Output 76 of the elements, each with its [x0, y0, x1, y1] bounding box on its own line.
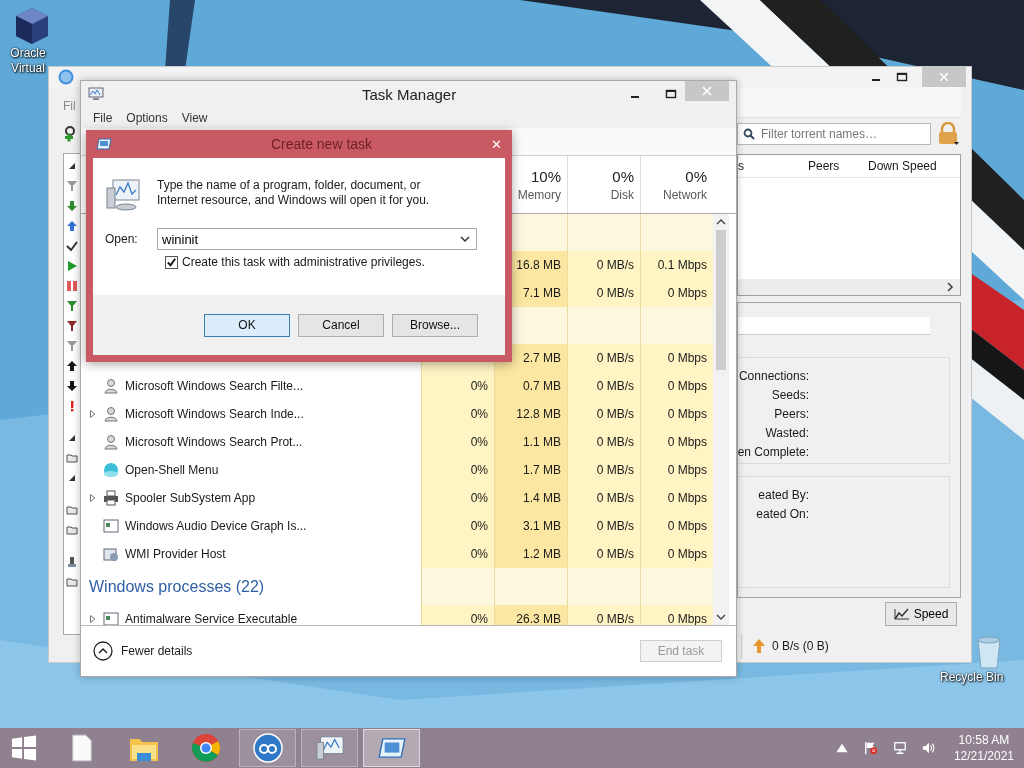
info-label: eated On:: [755, 506, 809, 523]
process-name[interactable]: Microsoft Windows Search Filte...: [125, 379, 304, 393]
table-cell: 0 MB/s: [567, 540, 640, 568]
table-cell: 0 Mbps: [640, 400, 713, 428]
table-cell: 0 Mbps: [640, 279, 713, 307]
open-combo-box[interactable]: wininit: [157, 228, 477, 250]
menu-item[interactable]: Options: [126, 110, 168, 125]
process-name[interactable]: Antimalware Service Executable: [125, 612, 298, 625]
table-cell: 0 Mbps: [640, 344, 713, 372]
table-cell: 0 MB/s: [567, 484, 640, 512]
table-cell: 1.2 MB: [494, 540, 567, 568]
menu-item[interactable]: View: [181, 110, 208, 125]
table-cell: 0%: [421, 456, 494, 484]
table-cell: 0 Mbps: [640, 372, 713, 400]
process-name[interactable]: Open-Shell Menu: [125, 463, 219, 477]
process-name[interactable]: WMI Provider Host: [125, 547, 226, 561]
table-cell: 0%: [421, 512, 494, 540]
table-cell: 0%: [421, 428, 494, 456]
column-header[interactable]: s: [738, 159, 808, 173]
info-label: Seeds:: [770, 387, 809, 404]
table-cell: 0 Mbps: [640, 512, 713, 540]
table-cell: 0%: [421, 540, 494, 568]
clock[interactable]: 10:58 AM 12/21/2021: [953, 732, 1014, 764]
table-cell: 12.8 MB: [494, 400, 567, 428]
table-cell: 3.1 MB: [494, 512, 567, 540]
table-cell: 1.4 MB: [494, 484, 567, 512]
table-cell: 0%: [421, 484, 494, 512]
table-cell: 0 Mbps: [640, 484, 713, 512]
process-name[interactable]: Spooler SubSystem App: [125, 491, 256, 505]
table-cell: 0%: [421, 372, 494, 400]
fewer-details-button[interactable]: Fewer details: [93, 641, 193, 661]
dialog-title: Create new task: [269, 136, 374, 152]
column-header[interactable]: Down Speed: [868, 159, 937, 173]
table-cell: 0 MB/s: [567, 605, 640, 625]
table-cell: 0 Mbps: [640, 456, 713, 484]
table-cell: 0 Mbps: [640, 428, 713, 456]
table-cell: 0.1 Mbps: [640, 251, 713, 279]
instruction-text: Type the name of a program, folder, document, or Internet resource, and Windows will open it for you.: [157, 178, 431, 208]
table-cell: 1.1 MB: [494, 428, 567, 456]
column-header[interactable]: Peers: [808, 159, 868, 173]
table-cell: 0 Mbps: [640, 605, 713, 625]
dialog-button[interactable]: OK: [204, 313, 290, 337]
table-cell: 0 MB/s: [567, 251, 640, 279]
column-header[interactable]: 0% Network: [640, 156, 713, 213]
dialog-button[interactable]: Browse...: [392, 313, 478, 337]
table-cell: 0 MB/s: [567, 400, 640, 428]
window-title: Task Manager: [362, 85, 457, 103]
process-name[interactable]: Microsoft Windows Search Prot...: [125, 435, 303, 449]
table-cell: 26.3 MB: [494, 605, 567, 625]
menu-item[interactable]: File: [93, 110, 113, 125]
table-cell: 0 MB/s: [567, 428, 640, 456]
info-label: Wasted:: [764, 425, 809, 442]
speed-button[interactable]: Speed: [885, 602, 957, 626]
open-label: Open:: [105, 232, 139, 246]
info-label: Peers:: [773, 406, 809, 423]
group-heading[interactable]: Windows processes (22): [89, 577, 265, 596]
process-name[interactable]: Windows Audio Device Graph Is...: [125, 519, 307, 533]
table-cell: 0%: [421, 400, 494, 428]
info-label: eated By:: [757, 487, 809, 504]
table-cell: 0.7 MB: [494, 372, 567, 400]
table-cell: 0 MB/s: [567, 344, 640, 372]
info-label: Connections:: [741, 368, 809, 385]
checkbox-label[interactable]: Create this task with administrative privileges.: [182, 255, 425, 269]
table-cell: 0 MB/s: [567, 279, 640, 307]
upload-speed: 0 B/s (0 B): [772, 639, 829, 653]
close-button[interactable]: ✕: [491, 136, 502, 152]
table-cell: 0 MB/s: [567, 372, 640, 400]
column-header[interactable]: 0% Disk: [567, 156, 640, 213]
table-cell: 0 MB/s: [567, 456, 640, 484]
process-name[interactable]: Microsoft Windows Search Inde...: [125, 407, 304, 421]
table-cell: 0 MB/s: [567, 512, 640, 540]
filter-field[interactable]: Filter torrent names…: [737, 123, 931, 145]
dialog-button[interactable]: Cancel: [298, 313, 384, 337]
table-cell: 0 Mbps: [640, 540, 713, 568]
table-cell: 0%: [421, 605, 494, 625]
table-cell: 1.7 MB: [494, 456, 567, 484]
